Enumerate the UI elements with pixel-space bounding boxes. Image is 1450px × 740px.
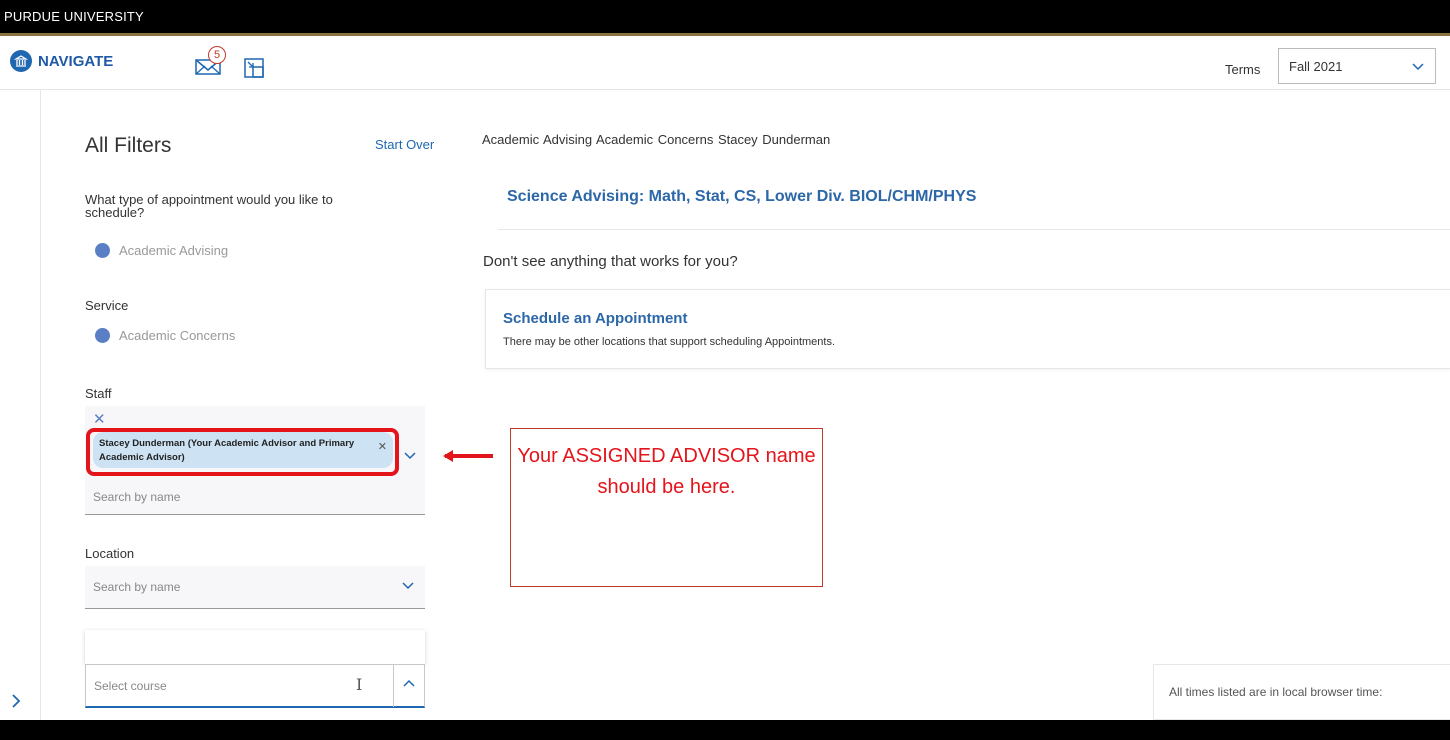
text-cursor-icon: I (356, 675, 363, 694)
staff-label: Staff (85, 386, 112, 401)
start-over-link[interactable]: Start Over (375, 137, 434, 152)
layout-switch-icon[interactable] (244, 58, 264, 78)
appointment-type-question: What type of appointment would you like … (85, 192, 333, 220)
course-select-input[interactable]: Select course (94, 679, 167, 693)
bottom-bar (0, 720, 1450, 740)
appointment-type-option[interactable]: Academic Advising (95, 243, 228, 258)
schedule-appointment-card[interactable]: Schedule an Appointment There may be oth… (485, 289, 1450, 369)
appointment-type-value: Academic Advising (119, 243, 229, 258)
clear-staff-icon[interactable]: ✕ (93, 410, 106, 428)
radio-selected-icon (95, 243, 110, 258)
schedule-appointment-link[interactable]: Schedule an Appointment (503, 310, 687, 327)
chevron-down-icon (402, 582, 414, 590)
location-result-link[interactable]: Science Advising: Math, Stat, CS, Lower … (507, 188, 976, 206)
divider (393, 665, 394, 707)
terms-select[interactable]: Fall 2021 (1278, 48, 1436, 84)
unread-count-badge: 5 (208, 46, 226, 64)
filters-panel: All Filters Start Over What type of appo… (85, 90, 434, 720)
chevron-right-icon[interactable] (8, 692, 24, 710)
results-panel: Academic Advising Academic Concerns Stac… (480, 90, 1450, 720)
service-value: Academic Concerns (119, 328, 236, 343)
filters-title: All Filters (85, 134, 172, 157)
left-arrow-icon (443, 450, 493, 462)
annotation-callout: Your ASSIGNED ADVISOR name should be her… (510, 428, 823, 587)
chevron-up-icon[interactable] (402, 677, 416, 691)
navigate-logo[interactable]: NAVIGATE (10, 50, 113, 72)
location-search-input[interactable]: Search by name (93, 580, 180, 594)
advisor-highlight (86, 428, 399, 476)
service-option[interactable]: Academic Concerns (95, 328, 235, 343)
location-select[interactable]: Search by name (85, 566, 425, 609)
timezone-note: All times listed are in local browser ti… (1153, 664, 1450, 720)
navigate-logo-text: NAVIGATE (38, 52, 114, 70)
location-label: Location (85, 546, 135, 561)
schedule-appointment-description: There may be other locations that suppor… (503, 336, 836, 348)
left-rail (0, 90, 41, 720)
terms-label: Terms (1225, 62, 1261, 77)
chevron-down-icon[interactable] (403, 448, 417, 462)
navigate-logo-icon (10, 50, 32, 72)
breadcrumb: Academic Advising Academic Concerns Stac… (482, 132, 831, 147)
staff-search-input[interactable]: Search by name (93, 490, 180, 504)
university-name: PURDUE UNIVERSITY (4, 9, 144, 24)
divider (498, 229, 1450, 230)
course-dropdown-menu (85, 630, 425, 664)
service-label: Service (85, 298, 129, 313)
terms-selected-value: Fall 2021 (1289, 58, 1343, 74)
course-select[interactable]: Select course I (85, 664, 425, 708)
chevron-down-icon (1412, 63, 1424, 71)
university-header: PURDUE UNIVERSITY (0, 0, 1450, 36)
radio-selected-icon (95, 328, 110, 343)
no-results-prompt: Don't see anything that works for you? (483, 253, 738, 270)
